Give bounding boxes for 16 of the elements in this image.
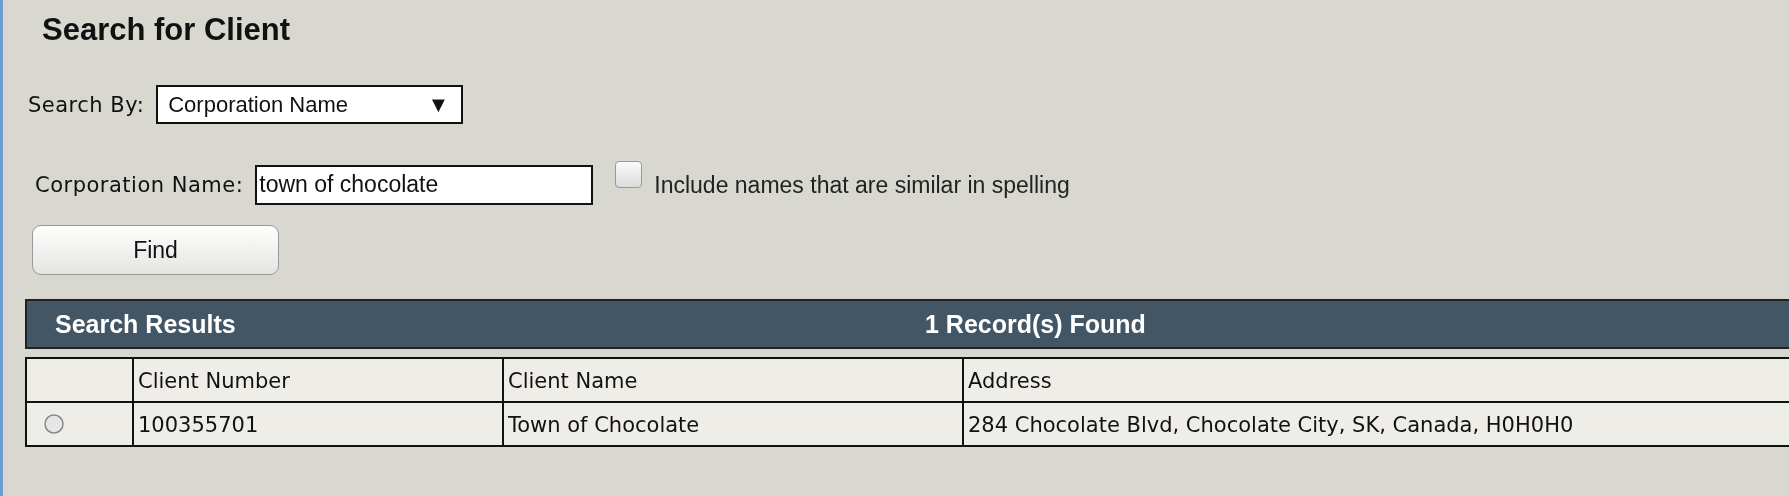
corporation-name-field[interactable]: town of chocolate <box>255 165 594 205</box>
column-header: Client Number <box>133 358 503 402</box>
corporation-name-label: Corporation Name: <box>35 173 244 197</box>
column-header: Address <box>963 358 1789 402</box>
record-count: 1 Record(s) Found <box>925 309 1146 339</box>
table-cell: 100355701 <box>133 402 503 446</box>
page-title: Search for Client <box>41 11 292 48</box>
search-by-dropdown[interactable]: Corporation Name ▼ <box>156 85 464 124</box>
row-radio-button[interactable] <box>43 413 65 435</box>
results-title: Search Results <box>54 309 237 339</box>
similar-spelling-label: Include names that are similar in spelling <box>654 171 1070 199</box>
table-cell: Town of Chocolate <box>503 402 963 446</box>
column-header: Client Name <box>503 358 963 402</box>
similar-spelling-checkbox[interactable] <box>615 161 643 188</box>
find-button[interactable]: Find <box>32 225 279 275</box>
search-by-label: Search By: <box>28 92 145 117</box>
